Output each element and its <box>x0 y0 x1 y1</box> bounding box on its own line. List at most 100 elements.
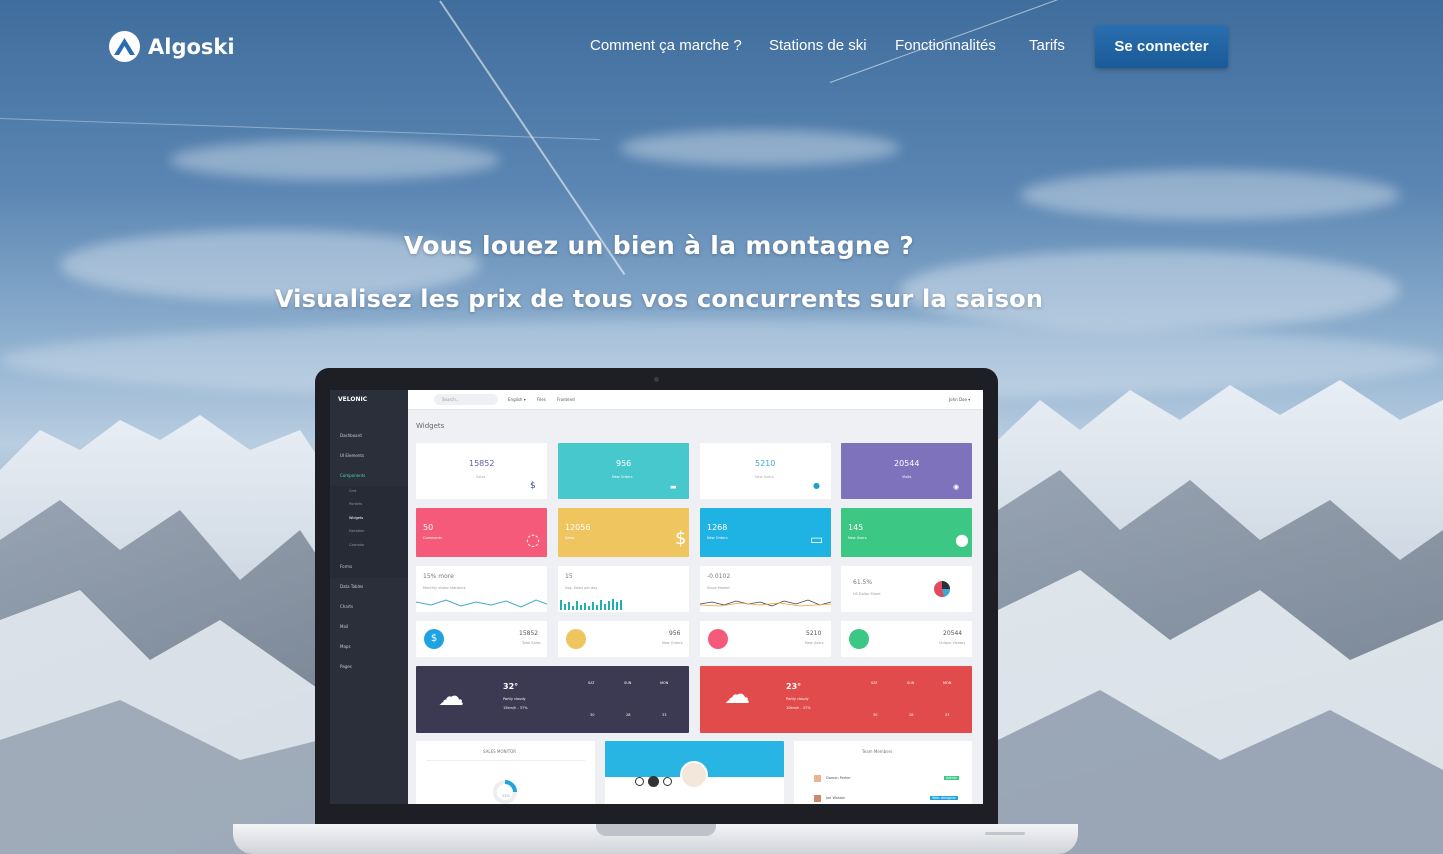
sidebar-sub-nestable: Nestable <box>349 529 365 533</box>
sidebar-item-ui-elements: UI Elements <box>340 453 365 458</box>
forecast-day: SUN <box>624 681 632 685</box>
stat-value: 12056 <box>565 523 591 532</box>
sidebar-item-components: Components <box>340 473 366 478</box>
user-icon: ● <box>813 481 820 490</box>
dashboard-search-placeholder: Search... <box>442 397 460 402</box>
summary-card-new-users: 5210 New Users <box>700 621 831 657</box>
cloud <box>620 130 900 166</box>
nav-link-ski-stations[interactable]: Stations de ski <box>769 37 867 54</box>
stat-label: Comments <box>423 536 442 540</box>
stat-label: US Dollar Share <box>853 592 881 596</box>
topbar-link-files: Files <box>537 397 546 402</box>
stat-label: New Users <box>805 641 824 645</box>
weather-desc: Partly cloudy <box>503 697 526 701</box>
sidebar-sub-calendar: Calendar <box>349 543 365 547</box>
sidebar-sub-grid: Grid <box>349 489 357 493</box>
top-navbar: Algoski Comment ça marche ? Stations de … <box>0 0 1443 92</box>
stat-value: 20544 <box>943 630 963 637</box>
avatar <box>680 761 708 789</box>
cart-icon <box>566 629 586 649</box>
sidebar-item-data-tables: Data Tables <box>340 584 364 589</box>
forecast-day: MON <box>943 681 952 685</box>
dashboard-sidebar: VELONIC Dashboard UI Elements Components… <box>330 390 408 804</box>
brand-logo[interactable]: Algoski <box>109 31 235 62</box>
stat-card-sales: 15852 Sales $ <box>416 443 547 499</box>
member-name: Damon Parker <box>826 776 851 780</box>
gauge-chart <box>493 780 517 804</box>
profile-card <box>605 741 784 804</box>
card-title: SALES MONITOR <box>483 749 517 754</box>
dashboard-screenshot: VELONIC Dashboard UI Elements Components… <box>330 390 983 804</box>
stat-card-sales-2: 12056 Sales $ <box>558 508 689 557</box>
stat-label: Stock Market <box>707 586 730 590</box>
stat-card-visitor-stats: 15% more Monthly visitor statistics <box>416 566 547 612</box>
cloud <box>1020 170 1400 220</box>
stat-value: 1268 <box>707 523 728 532</box>
user-icon: ● <box>955 530 969 549</box>
stat-value: 50 <box>423 523 434 532</box>
stat-label: New Orders <box>707 536 728 540</box>
laptop-grip <box>985 832 1025 835</box>
summary-card-total-sales: $ 15852 Total Sales <box>416 621 547 657</box>
contrail-streak <box>0 118 600 140</box>
nav-link-pricing[interactable]: Tarifs <box>1029 37 1065 54</box>
stat-value: 956 <box>616 459 632 468</box>
eye-icon: ◉ <box>953 483 960 491</box>
stat-label: New Orders <box>612 475 633 479</box>
stat-label: Avg. Sales per day <box>565 586 598 590</box>
brand-name: Algoski <box>148 34 235 59</box>
stat-card-avg-sales: 15 Avg. Sales per day <box>558 566 689 612</box>
carousel-dot-active <box>648 776 659 787</box>
login-button[interactable]: Se connecter <box>1095 25 1228 68</box>
stat-label: New Orders <box>662 641 683 645</box>
forecast-temp: 33 <box>662 713 667 717</box>
forecast-temp: 28 <box>626 713 631 717</box>
forecast-day: SAT <box>588 681 595 685</box>
weather-wind: 10km/h - 37% <box>786 706 811 710</box>
sidebar-sub-portlets: Portlets <box>349 502 363 506</box>
sidebar-sub-widgets: Widgets <box>349 516 364 520</box>
weather-widget-dark: ☁ 32° Partly cloudy 15km/h - 37% SAT SUN… <box>416 666 689 733</box>
topbar-link-language: English ▾ <box>508 397 526 402</box>
sidebar-item-charts: Charts <box>340 604 354 609</box>
forecast-day: MON <box>660 681 669 685</box>
weather-widget-red: ☁ 23° Partly cloudy 10km/h - 37% SAT SUN… <box>700 666 972 733</box>
widgets-heading: Widgets <box>416 422 445 430</box>
gauge-value: 22% <box>502 794 510 798</box>
hero-subtitle: Visualisez les prix de tous vos concurre… <box>274 285 1044 313</box>
comment-icon: ◌ <box>526 530 540 549</box>
member-name: Joe Waston <box>826 796 846 800</box>
summary-card-unique-visitors: 20544 Unique Visitors <box>841 621 972 657</box>
stat-label: New Users <box>755 475 774 479</box>
sidebar-item-dashboard: Dashboard <box>340 433 362 438</box>
forecast-temp: 33 <box>945 713 950 717</box>
stat-value: 15% more <box>423 573 454 580</box>
weather-desc: Partly cloudy <box>786 697 809 701</box>
stat-value: 5210 <box>755 459 776 468</box>
dollar-icon: $ <box>675 528 687 549</box>
sparkline <box>416 599 547 608</box>
cloud-icon: ☁ <box>724 680 750 710</box>
carousel-dots <box>635 776 672 787</box>
stat-card-new-orders-2: 1268 New Orders ▭ <box>700 508 831 557</box>
dashboard-topbar: Search... English ▾ Files Frontend John … <box>408 390 983 410</box>
sidebar-item-mail: Mail <box>340 624 349 629</box>
weather-wind: 15km/h - 37% <box>503 706 528 710</box>
stat-value: 20544 <box>894 459 920 468</box>
stat-label: Total Sales <box>522 641 541 645</box>
dollar-icon: $ <box>424 629 444 649</box>
forecast-temp: 30 <box>873 713 878 717</box>
sidebar-item-pages: Pages <box>340 664 352 669</box>
laptop-mockup: VELONIC Dashboard UI Elements Components… <box>315 368 998 830</box>
user-icon <box>708 629 728 649</box>
stat-value: 61.5% <box>853 579 873 586</box>
nav-link-how-it-works[interactable]: Comment ça marche ? <box>590 37 742 54</box>
nav-link-features[interactable]: Fonctionnalités <box>895 37 996 54</box>
forecast-temp: 30 <box>590 713 595 717</box>
stock-sparkline <box>700 599 831 607</box>
cart-icon: ▬ <box>670 483 677 491</box>
eye-icon <box>849 629 869 649</box>
stat-value: 15852 <box>469 459 495 468</box>
carousel-dot <box>635 777 644 786</box>
stat-label: New Users <box>848 536 867 540</box>
